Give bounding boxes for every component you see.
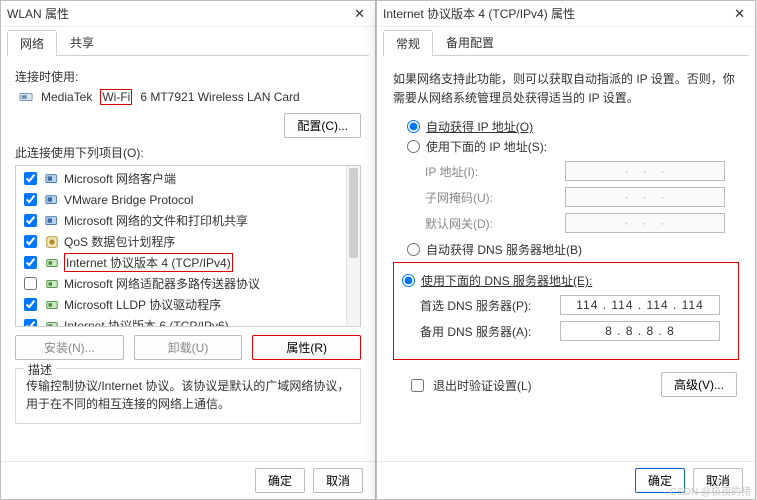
proto-icon — [45, 277, 59, 291]
ip-auto-label: 自动获得 IP 地址(O) — [426, 118, 533, 135]
alt-dns-label: 备用 DNS 服务器(A): — [420, 323, 560, 340]
pref-dns-label: 首选 DNS 服务器(P): — [420, 297, 560, 314]
proto-icon — [45, 256, 59, 270]
item-label: Internet 协议版本 6 (TCP/IPv6) — [64, 317, 229, 327]
connect-using-label: 连接时使用: — [15, 68, 361, 85]
item-checkbox[interactable] — [24, 172, 37, 185]
ipv4-intro: 如果网络支持此功能，则可以获取自动指派的 IP 设置。否则，你需要从网络系统管理… — [393, 70, 739, 108]
ip-auto-radio[interactable] — [407, 120, 420, 133]
list-item[interactable]: Microsoft 网络适配器多路传送器协议 — [20, 273, 342, 294]
ip-address-label: IP 地址(I): — [425, 163, 565, 180]
item-label: Microsoft 网络适配器多路传送器协议 — [64, 275, 260, 292]
wlan-cancel-button[interactable]: 取消 — [313, 468, 363, 493]
adapter-pre: MediaTek — [41, 90, 92, 104]
watermark: CSDN @极夜的猪 — [670, 483, 751, 498]
wlan-title: WLAN 属性 — [7, 5, 69, 22]
dns-auto-radio-row[interactable]: 自动获得 DNS 服务器地址(B) — [407, 241, 741, 258]
ipv4-titlebar: Internet 协议版本 4 (TCP/IPv4) 属性 ✕ — [377, 1, 755, 27]
item-checkbox[interactable] — [24, 256, 37, 269]
adapter-wifi-highlight: Wi-Fi — [100, 89, 132, 105]
ipv4-properties-dialog: Internet 协议版本 4 (TCP/IPv4) 属性 ✕ 常规 备用配置 … — [376, 0, 756, 500]
dns-manual-radio-row[interactable]: 使用下面的 DNS 服务器地址(E): — [402, 272, 730, 289]
pref-dns-input[interactable]: 114 . 114 . 114 . 114 — [560, 295, 720, 315]
list-item[interactable]: Microsoft 网络的文件和打印机共享 — [20, 210, 342, 231]
list-item[interactable]: Internet 协议版本 4 (TCP/IPv4) — [20, 252, 342, 273]
proto-icon — [45, 319, 59, 328]
description-text: 传输控制协议/Internet 协议。该协议是默认的广域网络协议，用于在不同的相… — [26, 377, 350, 413]
validate-checkbox[interactable] — [411, 379, 424, 392]
list-item[interactable]: QoS 数据包计划程序 — [20, 231, 342, 252]
subnet-mask-label: 子网掩码(U): — [425, 189, 565, 206]
item-checkbox[interactable] — [24, 298, 37, 311]
validate-label: 退出时验证设置(L) — [433, 377, 532, 394]
gateway-label: 默认网关(D): — [425, 215, 565, 232]
gateway-input: · · · — [565, 213, 725, 233]
list-item[interactable]: Internet 协议版本 6 (TCP/IPv6) — [20, 315, 342, 327]
item-label: Microsoft LLDP 协议驱动程序 — [64, 296, 221, 313]
net-icon — [45, 193, 59, 207]
net-icon — [45, 214, 59, 228]
list-item[interactable]: Microsoft 网络客户端 — [20, 168, 342, 189]
adapter-row: MediaTek Wi-Fi 6 MT7921 Wireless LAN Car… — [19, 89, 361, 105]
item-checkbox[interactable] — [24, 193, 37, 206]
item-label: Microsoft 网络的文件和打印机共享 — [64, 212, 248, 229]
qos-icon — [45, 235, 59, 249]
list-item[interactable]: Microsoft LLDP 协议驱动程序 — [20, 294, 342, 315]
items-scrollbar[interactable] — [346, 166, 360, 326]
list-item[interactable]: VMware Bridge Protocol — [20, 189, 342, 210]
ipv4-tabs: 常规 备用配置 — [383, 29, 749, 56]
item-checkbox[interactable] — [24, 214, 37, 227]
item-checkbox[interactable] — [24, 235, 37, 248]
close-icon[interactable]: ✕ — [730, 6, 749, 22]
item-label: Microsoft 网络客户端 — [64, 170, 176, 187]
dns-auto-label: 自动获得 DNS 服务器地址(B) — [426, 241, 582, 258]
item-label: VMware Bridge Protocol — [64, 193, 193, 207]
wlan-tabs: 网络 共享 — [7, 29, 369, 56]
ip-auto-radio-row[interactable]: 自动获得 IP 地址(O) — [407, 118, 741, 135]
wlan-titlebar: WLAN 属性 ✕ — [1, 1, 375, 27]
ip-manual-label: 使用下面的 IP 地址(S): — [426, 138, 547, 155]
uninstall-button[interactable]: 卸载(U) — [134, 335, 243, 360]
properties-button[interactable]: 属性(R) — [252, 335, 361, 360]
ip-manual-radio[interactable] — [407, 140, 420, 153]
items-label: 此连接使用下列项目(O): — [15, 144, 361, 161]
nic-icon — [19, 90, 33, 104]
wlan-ok-button[interactable]: 确定 — [255, 468, 305, 493]
ip-address-input: · · · — [565, 161, 725, 181]
dns-manual-radio[interactable] — [402, 274, 415, 287]
subnet-mask-input: · · · — [565, 187, 725, 207]
install-button[interactable]: 安装(N)... — [15, 335, 124, 360]
advanced-button[interactable]: 高级(V)... — [661, 372, 737, 397]
dns-manual-label: 使用下面的 DNS 服务器地址(E): — [421, 272, 592, 289]
tab-alt-config[interactable]: 备用配置 — [433, 29, 507, 55]
dns-auto-radio[interactable] — [407, 243, 420, 256]
net-icon — [45, 172, 59, 186]
ipv4-title: Internet 协议版本 4 (TCP/IPv4) 属性 — [383, 5, 575, 22]
dns-manual-group: 使用下面的 DNS 服务器地址(E): 首选 DNS 服务器(P):114 . … — [393, 262, 739, 360]
proto-icon — [45, 298, 59, 312]
adapter-post: 6 MT7921 Wireless LAN Card — [140, 90, 299, 104]
item-label: Internet 协议版本 4 (TCP/IPv4) — [64, 253, 233, 272]
ip-manual-radio-row[interactable]: 使用下面的 IP 地址(S): — [407, 138, 741, 155]
description-group: 描述 传输控制协议/Internet 协议。该协议是默认的广域网络协议，用于在不… — [15, 368, 361, 424]
close-icon[interactable]: ✕ — [350, 6, 369, 22]
item-label: QoS 数据包计划程序 — [64, 233, 175, 250]
item-checkbox[interactable] — [24, 319, 37, 327]
validate-checkbox-row[interactable]: 退出时验证设置(L) — [407, 376, 661, 395]
configure-button[interactable]: 配置(C)... — [284, 113, 361, 138]
description-title: 描述 — [24, 361, 56, 378]
alt-dns-input[interactable]: 8 . 8 . 8 . 8 — [560, 321, 720, 341]
tab-network[interactable]: 网络 — [7, 30, 57, 56]
items-listbox[interactable]: Microsoft 网络客户端 VMware Bridge Protocol Mic… — [15, 165, 361, 327]
tab-general[interactable]: 常规 — [383, 30, 433, 56]
tab-share[interactable]: 共享 — [57, 29, 107, 55]
scrollbar-thumb[interactable] — [349, 168, 358, 258]
wlan-properties-dialog: WLAN 属性 ✕ 网络 共享 连接时使用: MediaTek Wi-Fi 6 … — [0, 0, 376, 500]
item-checkbox[interactable] — [24, 277, 37, 290]
